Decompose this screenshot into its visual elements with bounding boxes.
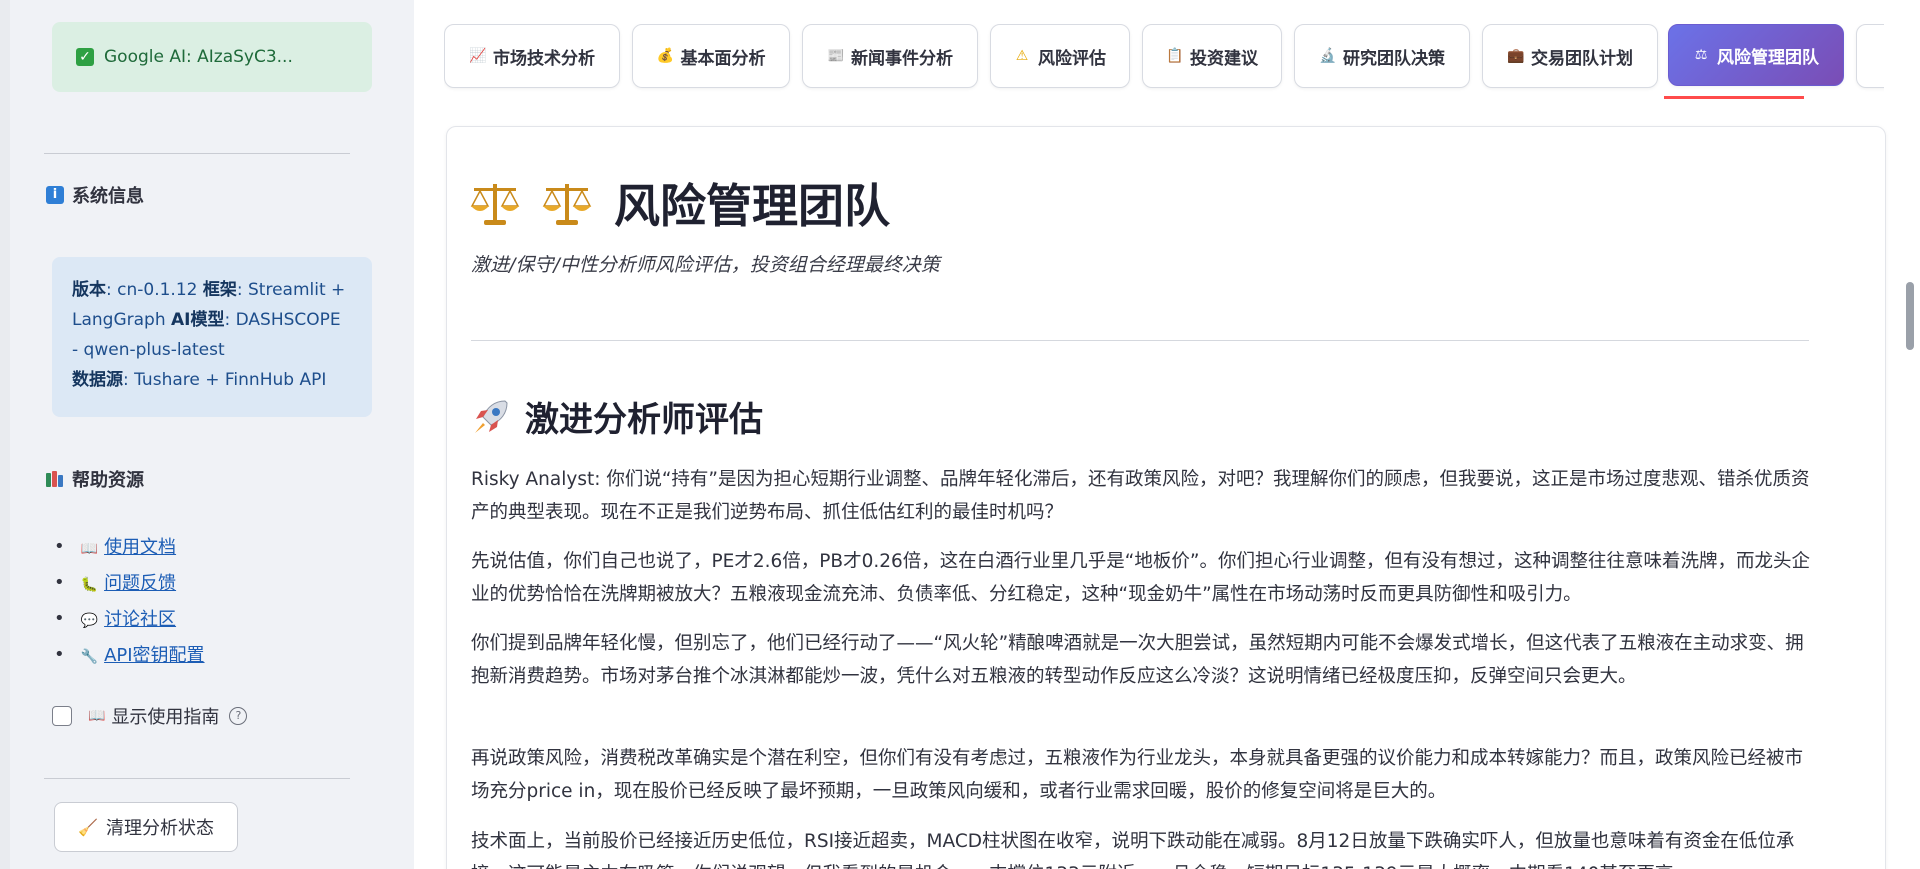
help-link-item: 💬 讨论社区	[54, 600, 205, 636]
chat-icon: 💬	[80, 613, 99, 629]
check-icon: ✓	[76, 48, 94, 66]
active-tab-indicator	[1664, 96, 1804, 99]
briefcase-icon: 💼	[1507, 48, 1525, 64]
tab-news[interactable]: 📰 新闻事件分析	[802, 24, 978, 88]
tab-label: 市场技术分析	[493, 48, 595, 69]
newspaper-icon: 📰	[827, 48, 845, 64]
api-status-alert: ✓ Google AI: AIzaSyC3...	[52, 22, 372, 92]
framework-label: 框架	[202, 280, 237, 300]
page-subtitle: 激进/保守/中性分析师风险评估，投资组合经理最终决策	[471, 254, 940, 276]
chart-icon: 📈	[469, 48, 487, 64]
guide-checkbox-label: 显示使用指南	[111, 707, 220, 728]
api-key-link-label: API密钥配置	[104, 645, 205, 666]
scrollbar[interactable]	[1906, 282, 1914, 350]
analysis-paragraph: 先说估值，你们自己也说了，PE才2.6倍，PB才0.26倍，这在白酒行业里几乎是…	[471, 551, 1810, 605]
bug-icon: 🐛	[80, 577, 99, 593]
docs-link-label: 使用文档	[104, 537, 177, 558]
rocket-icon	[475, 399, 508, 433]
tab-risk-management[interactable]: ⚖ 风险管理团队	[1668, 24, 1844, 86]
scale-icon	[470, 184, 520, 225]
tab-label: 交易团队计划	[1531, 48, 1633, 69]
help-link-item: 📖 使用文档	[54, 528, 205, 564]
tab-label: 研究团队决策	[1343, 48, 1445, 69]
clear-analysis-label: 清理分析状态	[105, 818, 214, 839]
tab-overflow[interactable]: ◎	[1856, 24, 1884, 88]
tab-label: 投资建议	[1190, 48, 1258, 69]
tab-market-technical[interactable]: 📈 市场技术分析	[444, 24, 620, 88]
community-link[interactable]: 💬 讨论社区	[81, 605, 176, 631]
analysis-paragraph: Risky Analyst: 你们说“持有”是因为担心短期行业调整、品牌年轻化滞…	[471, 469, 1810, 523]
datasource-value: : Tushare + FinnHub API	[123, 370, 327, 390]
clipboard-icon: 📋	[1166, 48, 1184, 64]
page-title: 风险管理团队	[470, 170, 890, 236]
tab-label: 新闻事件分析	[851, 48, 953, 69]
api-key-link[interactable]: 🔧 API密钥配置	[81, 641, 205, 667]
tab-research-team[interactable]: 🔬 研究团队决策	[1294, 24, 1470, 88]
content-divider	[471, 340, 1809, 341]
section-heading-text: 激进分析师评估	[525, 400, 763, 440]
scale-icon	[542, 184, 592, 225]
help-heading: 帮助资源	[46, 466, 144, 492]
tab-risk-assessment[interactable]: ⚠ 风险评估	[990, 24, 1130, 88]
book-icon: 📖	[88, 708, 106, 724]
system-info-heading-text: 系统信息	[72, 186, 144, 207]
tab-label: 风险评估	[1038, 48, 1106, 69]
tab-fundamentals[interactable]: 💰 基本面分析	[632, 24, 790, 88]
wrench-icon: 🔧	[80, 649, 99, 665]
broom-icon: 🧹	[78, 817, 98, 837]
info-icon: i	[46, 186, 64, 204]
help-links-list: 📖 使用文档 🐛 问题反馈 💬 讨论社区 🔧 API密钥配置	[54, 528, 205, 672]
version-value: : cn-0.1.12	[106, 280, 203, 300]
left-gutter	[0, 0, 10, 869]
section-heading: 激进分析师评估	[471, 392, 763, 441]
analysis-paragraph: 技术面上，当前股价已经接近历史低位，RSI接近超卖，MACD柱状图在收窄，说明下…	[471, 831, 1795, 869]
guide-checkbox[interactable]	[52, 706, 72, 726]
feedback-link[interactable]: 🐛 问题反馈	[81, 569, 176, 595]
help-link-item: 🔧 API密钥配置	[54, 636, 205, 672]
tab-investment-advice[interactable]: 📋 投资建议	[1142, 24, 1282, 88]
tab-label: 基本面分析	[680, 48, 766, 69]
system-info-box: 版本: cn-0.1.12 框架: Streamlit + LangGraph …	[52, 257, 372, 417]
community-link-label: 讨论社区	[104, 609, 177, 630]
docs-link[interactable]: 📖 使用文档	[81, 533, 176, 559]
tab-trading-team[interactable]: 💼 交易团队计划	[1482, 24, 1658, 88]
clear-analysis-button[interactable]: 🧹 清理分析状态	[54, 802, 238, 852]
analysis-paragraph: 再说政策风险，消费税改革确实是个潜在利空，但你们有没有考虑过，五粮液作为行业龙头…	[471, 748, 1804, 802]
sidebar-divider	[44, 778, 350, 779]
warning-icon: ⚠	[1015, 48, 1029, 64]
scale-icon: ⚖	[1694, 47, 1708, 63]
tab-label: 风险管理团队	[1717, 47, 1819, 68]
sidebar: ✓ Google AI: AIzaSyC3... i 系统信息 版本: cn-0…	[10, 0, 414, 869]
sidebar-divider	[44, 153, 350, 154]
analysis-paragraph: 你们提到品牌年轻化慢，但别忘了，他们已经行动了——“风火轮”精酿啤酒就是一次大胆…	[471, 633, 1804, 687]
analysis-tabs: 📈 市场技术分析 💰 基本面分析 📰 新闻事件分析 ⚠ 风险评估 📋 投资建议 🔬 研究团队…	[444, 24, 1884, 94]
datasource-label: 数据源	[72, 370, 123, 390]
help-link-item: 🐛 问题反馈	[54, 564, 205, 600]
money-bag-icon: 💰	[656, 48, 674, 64]
page-title-text: 风险管理团队	[614, 179, 890, 233]
system-info-heading: i 系统信息	[46, 182, 144, 208]
help-heading-text: 帮助资源	[72, 470, 144, 491]
guide-toggle-row: 📖 显示使用指南 ?	[52, 703, 248, 729]
book-icon: 📖	[80, 541, 99, 557]
version-label: 版本	[72, 280, 106, 300]
books-icon	[46, 471, 64, 487]
help-tooltip-icon[interactable]: ?	[229, 707, 248, 725]
model-label: AI模型	[171, 310, 225, 330]
feedback-link-label: 问题反馈	[104, 573, 177, 594]
microscope-icon: 🔬	[1319, 48, 1337, 64]
api-status-text: Google AI: AIzaSyC3...	[104, 47, 293, 67]
